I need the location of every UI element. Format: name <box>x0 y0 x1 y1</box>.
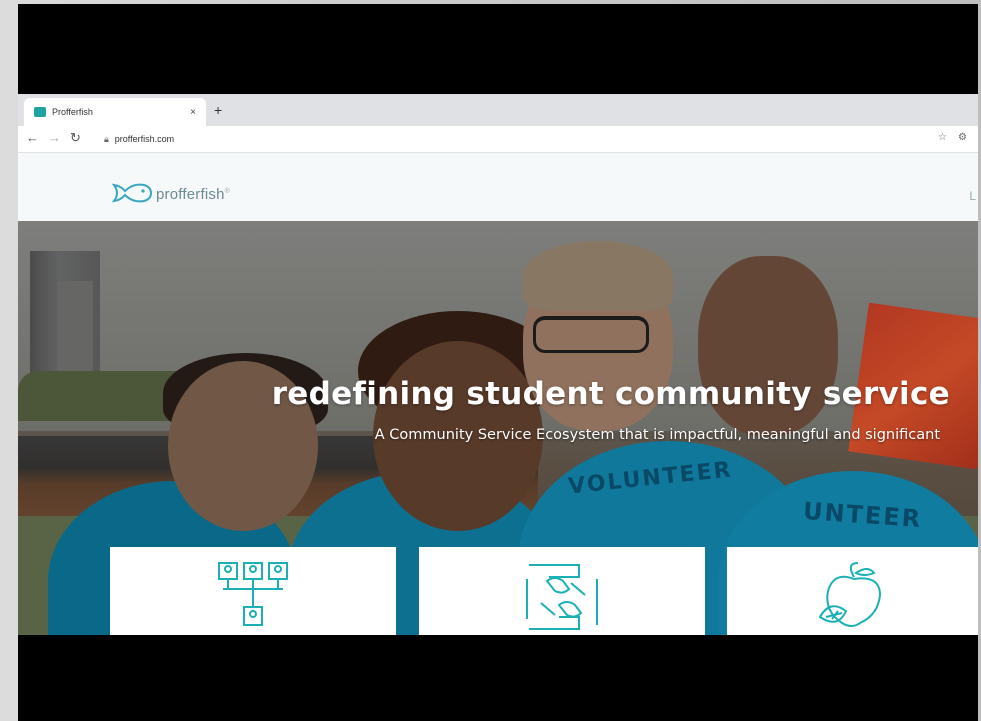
reload-icon[interactable]: ↻ <box>70 130 81 146</box>
teamwork-hands-icon <box>526 564 598 630</box>
settings-icon[interactable]: ⚙ <box>958 132 967 143</box>
back-arrow-icon[interactable]: ← <box>26 130 39 145</box>
hero-section: VOLUNTEER UNTEER redefining student comm… <box>18 221 978 635</box>
browser-toolbar: ← → ↻ 🔒︎ profferfish.com ☆ ⚙ <box>18 126 978 153</box>
tab-close-icon[interactable]: × <box>190 107 196 118</box>
favicon-icon <box>34 107 46 117</box>
tab-title: Profferfish <box>52 107 93 117</box>
video-frame: Profferfish × + ← → ↻ 🔒︎ profferfish.com… <box>18 4 978 721</box>
browser-tab[interactable]: Profferfish × <box>24 98 206 126</box>
org-chart-icon <box>218 562 288 626</box>
bookmark-icon[interactable]: ☆ <box>938 132 947 143</box>
feature-card-2[interactable] <box>419 547 705 635</box>
brand-name[interactable]: profferfish® <box>156 186 230 203</box>
new-tab-button[interactable]: + <box>214 102 222 118</box>
url-text: profferfish.com <box>114 134 175 144</box>
header-nav-partial[interactable]: L <box>969 189 976 203</box>
hero-headline: redefining student community service <box>271 376 950 412</box>
fish-logo-icon[interactable] <box>111 181 153 205</box>
feature-card-1[interactable] <box>110 547 396 635</box>
lock-icon: 🔒︎ <box>104 133 109 144</box>
site-header: profferfish® L <box>18 153 978 221</box>
browser-tab-bar: Profferfish × + <box>18 94 978 126</box>
forward-arrow-icon[interactable]: → <box>48 130 61 145</box>
hero-subheadline: A Community Service Ecosystem that is im… <box>374 427 940 443</box>
apple-icon <box>818 562 881 627</box>
address-bar[interactable]: 🔒︎ profferfish.com <box>104 130 944 148</box>
feature-card-3[interactable] <box>727 547 978 635</box>
